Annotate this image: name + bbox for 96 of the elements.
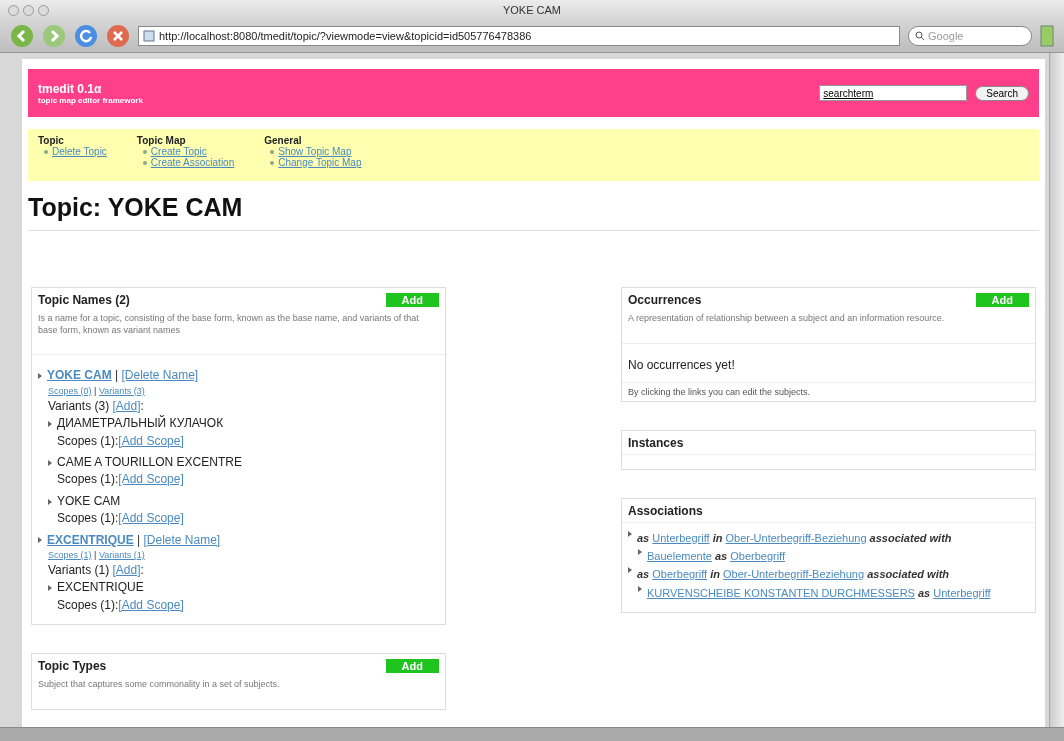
association-text: as Oberbegriff in Ober-Unterbegriff-Beziehung associated with — [637, 567, 950, 582]
variant-name: ДИАМЕТРАЛЬНЫЙ КУЛАЧОК — [57, 416, 224, 431]
variants-label: Variants (1) — [48, 563, 110, 577]
panel-description: A representation of relationship between a subject and an information resource. — [622, 311, 1035, 344]
name-link[interactable]: EXCENTRIQUE — [47, 532, 134, 547]
panel-title: Topic Names (2) — [38, 293, 130, 307]
bullet-icon — [270, 160, 275, 165]
nav-link[interactable]: Show Topic Map — [278, 146, 352, 157]
delete-name-link[interactable]: [Delete Name] — [143, 532, 221, 547]
bullet-icon — [628, 530, 632, 537]
panel-title: Associations — [628, 503, 703, 518]
bullet-icon — [628, 567, 632, 574]
window-control-icon[interactable] — [8, 4, 19, 16]
scopes-link[interactable]: Scopes (0) — [48, 385, 92, 396]
variant-name: EXCENTRIQUE — [57, 580, 144, 595]
variants-link[interactable]: Variants (1) — [98, 549, 145, 560]
window-control-icon[interactable] — [38, 4, 49, 16]
add-scope-link[interactable]: [Add Scope] — [118, 433, 184, 448]
bullet-icon — [638, 585, 642, 592]
bullet-icon — [638, 549, 642, 555]
separator: | — [137, 532, 141, 547]
role-link[interactable]: Oberbegriff — [652, 568, 708, 581]
role-link[interactable]: Oberbegriff — [730, 550, 786, 562]
nav-link[interactable]: Change Topic Map — [278, 157, 362, 168]
app-title: tmedit 0.1α — [38, 81, 103, 96]
variants-link[interactable]: Variants (3) — [98, 385, 145, 396]
player-link[interactable]: KURVENSCHEIBE KONSTANTEN DURCHMESSERS — [647, 586, 915, 599]
reload-icon[interactable] — [74, 24, 98, 48]
add-button[interactable]: Add — [975, 293, 1029, 307]
association-text: as Unterbegriff in Ober-Unterbegriff-Beziehung associated with — [637, 530, 952, 545]
back-icon[interactable] — [10, 24, 34, 48]
scopes-link[interactable]: Scopes (1) — [48, 549, 92, 560]
page-icon — [143, 30, 155, 42]
panel-title: Topic Types — [38, 659, 107, 674]
player-text: KURVENSCHEIBE KONSTANTEN DURCHMESSERS as Unterbegriff — [647, 585, 991, 600]
add-scope-link[interactable]: [Add Scope] — [118, 472, 184, 487]
separator: | — [115, 368, 119, 383]
separator: | — [94, 549, 97, 560]
name-link[interactable]: YOKE CAM — [47, 368, 112, 383]
scopes-label: Scopes (1): — [57, 511, 119, 526]
empty-message: No occurrences yet! — [622, 343, 1035, 383]
bullet-icon — [48, 585, 52, 592]
variants-label: Variants (3) — [48, 398, 110, 413]
bullet-icon — [270, 149, 275, 154]
bullet-icon — [48, 421, 52, 428]
search-button[interactable]: Search — [975, 85, 1029, 101]
search-field[interactable]: Google — [908, 26, 1032, 46]
bullet-icon — [44, 149, 48, 154]
address-bar[interactable]: http://localhost:8080/tmedit/topic/?viewmode=view&topicid=id505776478386 — [138, 26, 900, 46]
forward-icon[interactable] — [42, 24, 66, 48]
add-button[interactable]: Add — [385, 659, 439, 674]
panel-description: Is a name for a topic, consisting of the base form, known as the base name, and variants of that base form, known as variant names — [32, 311, 445, 356]
search-field[interactable]: searchterm — [819, 85, 968, 101]
nav-heading: Topic — [38, 135, 64, 146]
colon: : — [140, 398, 144, 413]
variant-name: YOKE CAM — [57, 493, 121, 508]
player-link[interactable]: Bauelemente — [647, 550, 712, 562]
scopes-label: Scopes (1): — [57, 433, 119, 448]
search-icon — [915, 31, 925, 41]
page-title: Topic: YOKE CAM — [28, 193, 1039, 231]
association-type-link[interactable]: Ober-Unterbegriff-Beziehung — [725, 531, 867, 544]
panel-description: Subject that captures some commonality in a set of subjects. — [37, 678, 281, 692]
nav-heading: Topic Map — [136, 135, 187, 146]
bullet-icon — [142, 149, 147, 154]
scopes-label: Scopes (1): — [57, 597, 119, 612]
nav-heading: General — [264, 135, 303, 146]
window-title: YOKE CAM — [502, 4, 562, 16]
nav-link[interactable]: Create Topic — [150, 146, 207, 157]
role-link[interactable]: Unterbegriff — [652, 531, 710, 544]
bookmark-icon[interactable] — [1040, 25, 1054, 47]
panel-title: Instances — [628, 435, 684, 450]
hint-text: By clicking the links you can edit the subjects. — [627, 385, 812, 399]
player-text: Bauelemente as Oberbegriff — [647, 549, 786, 564]
variant-name: CAME A TOURILLON EXCENTRE — [57, 455, 242, 469]
delete-name-link[interactable]: [Delete Name] — [121, 368, 199, 383]
colon: : — [140, 563, 144, 577]
bullet-icon — [38, 537, 42, 544]
add-scope-link[interactable]: [Add Scope] — [118, 597, 184, 612]
add-variant-link[interactable]: [Add] — [112, 398, 141, 413]
nav-link[interactable]: Delete Topic — [52, 146, 107, 157]
window-control-icon[interactable] — [23, 4, 34, 16]
app-subtitle: topic map editor framework — [38, 95, 143, 105]
bullet-icon — [38, 373, 42, 380]
add-scope-link[interactable]: [Add Scope] — [118, 511, 184, 526]
role-link[interactable]: Unterbegriff — [933, 586, 991, 599]
bullet-icon — [48, 498, 52, 505]
add-button[interactable]: Add — [385, 293, 439, 307]
add-variant-link[interactable]: [Add] — [112, 563, 141, 577]
close-icon[interactable] — [106, 24, 130, 48]
bullet-icon — [142, 160, 147, 165]
scopes-label: Scopes (1): — [57, 472, 119, 487]
separator: | — [94, 385, 97, 396]
bullet-icon — [48, 459, 52, 466]
nav-link[interactable]: Create Association — [150, 157, 235, 168]
association-type-link[interactable]: Ober-Unterbegriff-Beziehung — [723, 568, 865, 581]
panel-title: Occurrences — [628, 293, 702, 307]
